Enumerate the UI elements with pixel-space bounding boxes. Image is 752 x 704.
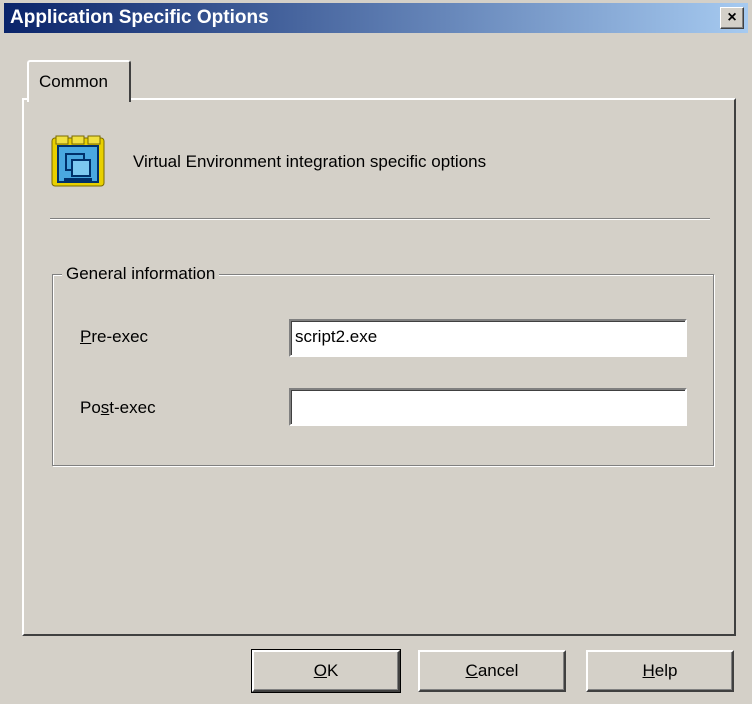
close-icon: × bbox=[727, 9, 737, 26]
cancel-button[interactable]: Cancel bbox=[418, 650, 566, 692]
pre-exec-label-rest: re-exec bbox=[91, 327, 149, 346]
help-button[interactable]: Help bbox=[586, 650, 734, 692]
post-exec-field[interactable] bbox=[289, 388, 687, 426]
pre-exec-label: Pre-exec bbox=[80, 327, 148, 347]
group-title: General information bbox=[62, 264, 220, 284]
ok-mnemonic: O bbox=[313, 661, 327, 680]
ok-label-rest: K bbox=[326, 661, 339, 680]
title-bar[interactable]: Application Specific Options × bbox=[4, 3, 748, 33]
dialog-window: Application Specific Options × Common Vi… bbox=[0, 0, 752, 704]
help-label-rest: elp bbox=[654, 661, 678, 680]
ok-button[interactable]: OK bbox=[251, 649, 401, 693]
pre-exec-mnemonic: P bbox=[80, 327, 92, 346]
pre-exec-field[interactable]: script2.exe bbox=[289, 319, 687, 357]
post-exec-label-pre: Po bbox=[80, 398, 101, 417]
cancel-mnemonic: C bbox=[465, 661, 478, 680]
tab-common[interactable]: Common bbox=[27, 60, 131, 102]
window-title: Application Specific Options bbox=[10, 7, 269, 28]
close-button[interactable]: × bbox=[720, 7, 744, 29]
cancel-label-rest: ancel bbox=[477, 661, 519, 680]
general-information-group bbox=[52, 274, 714, 466]
page-description: Virtual Environment integration specific… bbox=[133, 152, 487, 171]
pre-exec-value: script2.exe bbox=[295, 327, 378, 346]
tab-common-label: Common bbox=[39, 72, 108, 91]
app-window-icon bbox=[51, 135, 105, 187]
post-exec-label-rest: t-exec bbox=[109, 398, 156, 417]
help-mnemonic: H bbox=[642, 661, 655, 680]
post-exec-label: Post-exec bbox=[80, 398, 156, 418]
separator bbox=[50, 218, 710, 220]
